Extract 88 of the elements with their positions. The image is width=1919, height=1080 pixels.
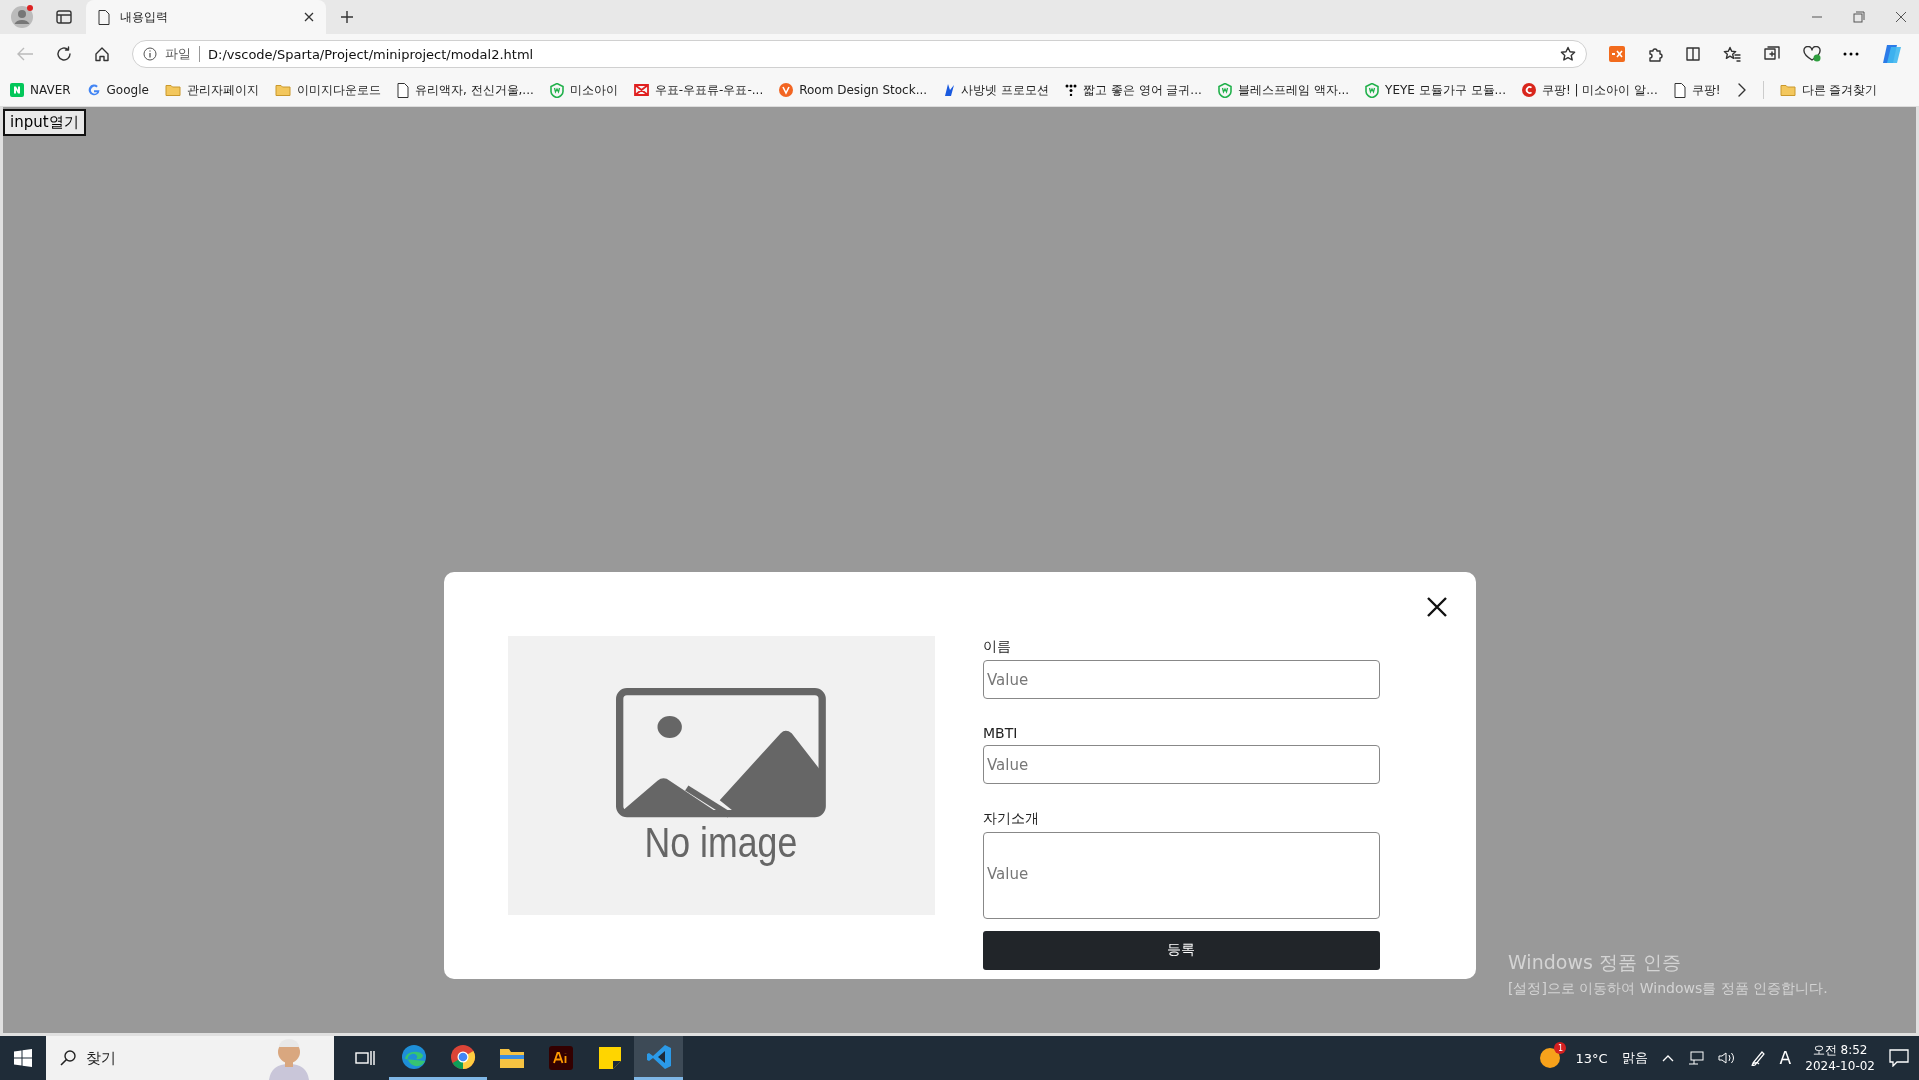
open-button[interactable]: input열기: [3, 109, 86, 136]
workspaces-icon[interactable]: [56, 10, 72, 24]
envelope-icon: [633, 84, 649, 96]
page-icon: [396, 82, 409, 98]
bookmark[interactable]: 쿠팡! | 미소아이 알...: [1522, 81, 1658, 99]
info-icon: [143, 47, 157, 61]
address-bar[interactable]: 파일 D:/vscode/Sparta/Project/miniproject/modal2.html: [132, 40, 1587, 68]
bookmark[interactable]: 우표-우표류-우표-...: [633, 81, 764, 99]
sticky-note-icon[interactable]: [597, 1046, 622, 1070]
circle-logo-icon: [779, 83, 794, 97]
folder-icon: [164, 83, 181, 97]
swirl-icon[interactable]: [400, 1043, 427, 1070]
c-logo-icon: [1522, 83, 1536, 97]
clock[interactable]: 오전 8:52 2024-10-02: [1805, 1042, 1875, 1074]
bookmark[interactable]: YEYE 모듈가구 모듈...: [1365, 81, 1506, 99]
n-logo-icon: [10, 83, 24, 97]
bookmark[interactable]: 사방넷 프로모션: [943, 81, 1049, 99]
task-view-icon[interactable]: [354, 1049, 375, 1067]
input-field[interactable]: Value: [983, 745, 1380, 785]
bookmark[interactable]: 유리액자, 전신거울,...: [396, 81, 534, 99]
puzzle-icon[interactable]: [1647, 46, 1663, 62]
bookmark-folder[interactable]: 다른 즐겨찾기: [1779, 81, 1878, 99]
bookmark[interactable]: Room Design Stock...: [779, 83, 928, 97]
page-icon: [1673, 82, 1686, 98]
ai-app-icon[interactable]: [548, 1046, 573, 1070]
folder-icon[interactable]: [498, 1047, 525, 1069]
more-icon[interactable]: [1843, 52, 1859, 56]
close-icon[interactable]: [1895, 11, 1907, 23]
split-screen-icon[interactable]: [1685, 46, 1701, 62]
input-field[interactable]: Value: [983, 660, 1380, 700]
close-icon[interactable]: [304, 12, 314, 22]
chevron-right-icon[interactable]: [1736, 83, 1747, 97]
search-field[interactable]: 찾기: [46, 1036, 334, 1080]
weather-text: 맑음: [1621, 1049, 1648, 1067]
home-icon[interactable]: [94, 46, 110, 62]
bookmark[interactable]: 미소아이: [549, 81, 618, 99]
bookmark[interactable]: 쿠팡!: [1673, 81, 1721, 99]
pen-icon[interactable]: [1749, 1050, 1766, 1066]
profile-icon[interactable]: [10, 5, 34, 29]
bookmark[interactable]: 이미지다운로드: [274, 81, 381, 99]
notification-icon[interactable]: [1889, 1049, 1909, 1067]
collections-icon[interactable]: [1763, 46, 1781, 62]
picture-icon: [616, 687, 827, 818]
heart-icon[interactable]: [1803, 46, 1821, 62]
url-text: D:/vscode/Sparta/Project/miniproject/modal2.html: [208, 46, 535, 62]
extension-badge-icon[interactable]: [1609, 46, 1625, 62]
favorites-icon[interactable]: [1723, 46, 1741, 62]
start-icon[interactable]: [14, 1049, 32, 1067]
browser-tab[interactable]: 내용입력: [86, 0, 326, 34]
page-icon: [98, 9, 110, 25]
bookmark[interactable]: NAVER: [10, 83, 71, 97]
folder-icon: [274, 83, 291, 97]
restore-icon[interactable]: [1853, 11, 1865, 23]
field-label: 이름: [983, 638, 1012, 656]
g-logo-icon: [86, 83, 101, 97]
notification-badge: 1: [1554, 1042, 1567, 1054]
temperature-text: 13°C: [1575, 1050, 1608, 1066]
field-label: 자기소개: [983, 810, 1040, 829]
bookmark[interactable]: 블레스프레임 액자...: [1217, 81, 1350, 99]
refresh-icon[interactable]: [56, 46, 72, 62]
shield-icon: [549, 82, 564, 98]
volume-icon[interactable]: [1717, 1051, 1736, 1065]
ribbon-icon[interactable]: [645, 1043, 672, 1070]
activation-title: Windows 정품 인증: [1508, 950, 1682, 975]
text-area[interactable]: Value: [983, 832, 1380, 919]
search-icon: [60, 1050, 76, 1066]
new-tab-icon[interactable]: [340, 10, 354, 24]
image-caption: No image: [644, 821, 798, 864]
activation-message: [설정]으로 이동하여 Windows를 정품 인증합니다.: [1508, 980, 1828, 998]
folder-icon: [1779, 83, 1796, 97]
star-icon[interactable]: [1560, 46, 1576, 62]
taskbar-app[interactable]: [634, 1036, 683, 1080]
shield-icon: [1217, 82, 1232, 98]
bookmark[interactable]: 짧고 좋은 영어 글귀...: [1064, 81, 1202, 99]
network-icon[interactable]: [1687, 1051, 1704, 1065]
shield-icon: [1365, 82, 1380, 98]
field-label: MBTI: [983, 725, 1019, 742]
close-button[interactable]: [1425, 596, 1448, 618]
scheme-label: 파일: [165, 45, 191, 63]
input-method-indicator[interactable]: A: [1779, 1048, 1792, 1068]
submit-button[interactable]: 등록: [983, 930, 1380, 970]
bookmark[interactable]: Google: [86, 83, 149, 97]
bookmark[interactable]: 관리자페이지: [164, 81, 259, 99]
flag-logo-icon: [943, 83, 956, 97]
chrome-icon[interactable]: [449, 1043, 476, 1070]
copilot-icon[interactable]: [1881, 43, 1903, 65]
dots-icon: [1064, 84, 1077, 96]
chevron-up-icon[interactable]: [1661, 1054, 1674, 1062]
